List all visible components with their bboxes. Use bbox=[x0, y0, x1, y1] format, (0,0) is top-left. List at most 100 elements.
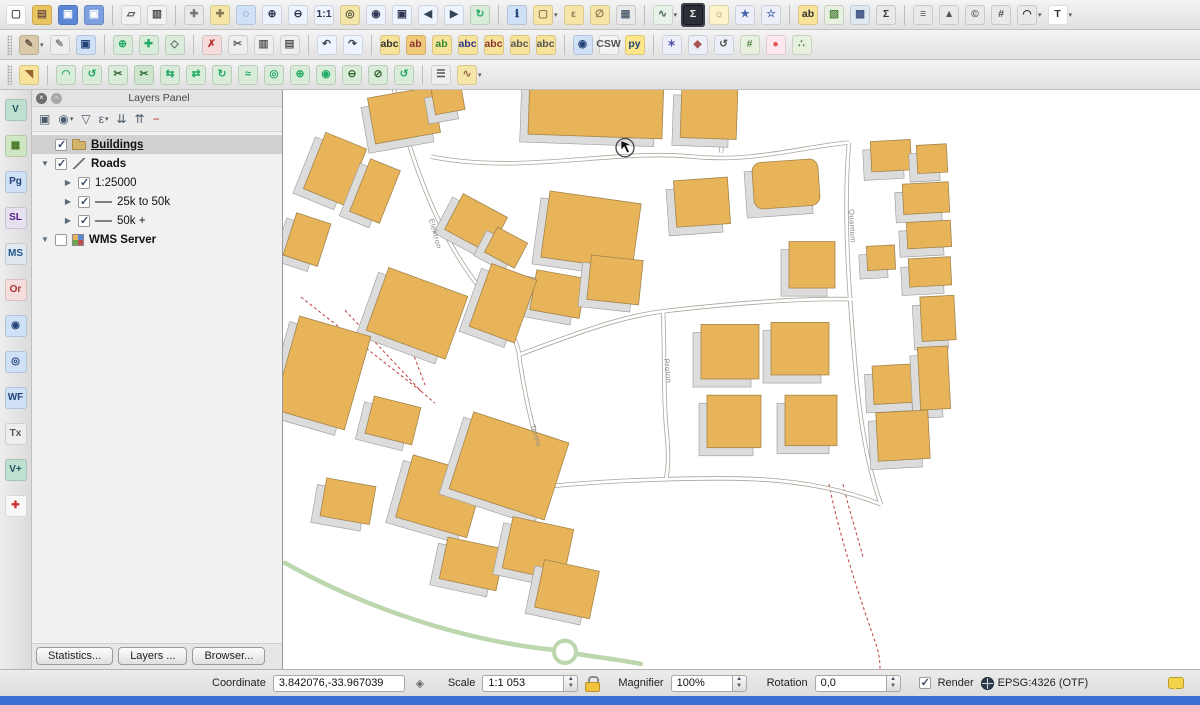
zoom-in-button[interactable]: ⊕ bbox=[260, 3, 284, 27]
project-save-as-button[interactable]: ▣ bbox=[82, 3, 106, 27]
current-edits-dropdown-icon[interactable]: ▾ bbox=[40, 41, 44, 49]
expander-right-icon[interactable]: ▶ bbox=[63, 216, 73, 225]
deselect-all-button[interactable]: ∅ bbox=[588, 3, 612, 27]
raster-calculator-button[interactable]: ▩ bbox=[848, 3, 872, 27]
close-panel-button[interactable]: × bbox=[36, 93, 47, 104]
coordinate-input[interactable]: 3.842076,-33.967039 bbox=[273, 675, 405, 692]
interpolation-tool-button[interactable]: ∴ bbox=[790, 33, 814, 57]
current-edits-button[interactable]: ✎▾ bbox=[17, 33, 46, 57]
add-oracle-layer-button[interactable]: Or bbox=[3, 278, 29, 302]
expander-right-icon[interactable]: ▶ bbox=[63, 197, 73, 206]
collapse-all-button[interactable]: ⇈ bbox=[135, 112, 145, 126]
map-canvas[interactable]: ElektronQuantumProtonTermo bbox=[283, 90, 1200, 669]
messages-icon[interactable] bbox=[1168, 677, 1184, 689]
measure-dropdown-icon[interactable]: ▾ bbox=[674, 11, 678, 19]
python-console-button[interactable]: py bbox=[623, 33, 647, 57]
layer-visibility-checkbox[interactable] bbox=[55, 139, 67, 151]
label-highlight-button[interactable]: ab bbox=[430, 33, 454, 57]
label-rotate-button[interactable]: abc bbox=[482, 33, 506, 57]
zoom-out-button[interactable]: ⊖ bbox=[286, 3, 310, 27]
layer-tree-item-1-25000[interactable]: ▶1:25000 bbox=[32, 173, 282, 192]
zoom-last-button[interactable]: ◀ bbox=[416, 3, 440, 27]
fill-ring-button[interactable]: ◉ bbox=[314, 63, 338, 87]
identify-features-button[interactable]: ℹ bbox=[505, 3, 529, 27]
tab-statistics[interactable]: Statistics... bbox=[36, 647, 113, 665]
layer-tree-item-buildings[interactable]: Buildings bbox=[32, 135, 282, 154]
measure-toolbar-dropdown-icon[interactable]: ▾ bbox=[1038, 11, 1042, 19]
delete-ring-button[interactable]: ⊖ bbox=[340, 63, 364, 87]
render-checkbox[interactable] bbox=[919, 677, 931, 689]
label-move-button[interactable]: abc bbox=[456, 33, 480, 57]
split-parts-button[interactable]: ✂ bbox=[132, 63, 156, 87]
snapping-options-button[interactable]: ☰ bbox=[429, 63, 453, 87]
layer-tree-item-50k[interactable]: ▶50k + bbox=[32, 211, 282, 230]
add-group-button[interactable]: ▣ bbox=[39, 112, 50, 126]
scale-dropdown-icon[interactable]: ▲▼ bbox=[564, 675, 578, 692]
add-delimited-text-layer-button[interactable]: Tx bbox=[3, 422, 29, 446]
processing-history-button[interactable]: ↺ bbox=[712, 33, 736, 57]
manage-layer-visibility-dropdown-icon[interactable]: ▾ bbox=[70, 115, 74, 123]
magnifier-input[interactable]: 100% bbox=[671, 675, 733, 692]
merge-attributes-button[interactable]: ⇄ bbox=[184, 63, 208, 87]
zoom-native-button[interactable]: 1:1 bbox=[312, 3, 336, 27]
pan-to-selection-button[interactable]: ✚ bbox=[208, 3, 232, 27]
label-abc-button[interactable]: abc bbox=[378, 33, 402, 57]
layer-tree-item-25k-to-50k[interactable]: ▶25k to 50k bbox=[32, 192, 282, 211]
add-wfs-layer-button[interactable]: WF bbox=[3, 386, 29, 410]
node-tool-button[interactable]: ◇ bbox=[163, 33, 187, 57]
tracing-button[interactable]: ∿▾ bbox=[455, 63, 484, 87]
select-features-button[interactable]: ▢▾ bbox=[531, 3, 560, 27]
split-features-button[interactable]: ✂ bbox=[106, 63, 130, 87]
simplify-feature-button[interactable]: ≈ bbox=[236, 63, 260, 87]
layer-tree-item-wms-server[interactable]: ▼WMS Server bbox=[32, 230, 282, 249]
layer-visibility-checkbox[interactable] bbox=[78, 215, 90, 227]
pan-map-button[interactable]: ✚ bbox=[182, 3, 206, 27]
composer-new-button[interactable]: ▱ bbox=[119, 3, 143, 27]
zoom-to-layer-button[interactable]: ▣ bbox=[390, 3, 414, 27]
target-crosshair-button[interactable]: ✚ bbox=[3, 494, 29, 518]
delete-selected-button[interactable]: ✗ bbox=[200, 33, 224, 57]
save-layer-edits-button[interactable]: ▣ bbox=[74, 33, 98, 57]
add-ring-button[interactable]: ◎ bbox=[262, 63, 286, 87]
north-arrow-button[interactable]: ▲ bbox=[937, 3, 961, 27]
graphical-modeler-button[interactable]: ◆ bbox=[686, 33, 710, 57]
expander-down-icon[interactable]: ▼ bbox=[40, 159, 50, 168]
zoom-to-selection-button[interactable]: ◉ bbox=[364, 3, 388, 27]
diagrams-button[interactable]: ▧ bbox=[822, 3, 846, 27]
add-postgis-layer-button[interactable]: Pg bbox=[3, 170, 29, 194]
expand-all-button[interactable]: ⇊ bbox=[116, 112, 126, 126]
crs-status-button[interactable]: EPSG:4326 (OTF) bbox=[981, 677, 1088, 690]
tab-browser[interactable]: Browser... bbox=[192, 647, 265, 665]
reshape-features-button[interactable]: ↺ bbox=[80, 63, 104, 87]
paste-features-button[interactable]: ▤ bbox=[278, 33, 302, 57]
measure-button[interactable]: ∿▾ bbox=[651, 3, 680, 27]
highlight-pinned-labels-button[interactable]: ◥ bbox=[17, 63, 41, 87]
zoom-full-button[interactable]: ◎ bbox=[338, 3, 362, 27]
project-open-button[interactable]: ▤ bbox=[30, 3, 54, 27]
coordinate-extent-toggle-icon[interactable]: ◈ bbox=[412, 675, 428, 691]
add-part-button[interactable]: ⊕ bbox=[288, 63, 312, 87]
csw-catalog-button[interactable]: CSW bbox=[597, 33, 621, 57]
zoom-next-button[interactable]: ▶ bbox=[442, 3, 466, 27]
copyright-label-button[interactable]: © bbox=[963, 3, 987, 27]
rotation-stepper[interactable]: ▲▼ bbox=[887, 675, 901, 692]
layer-visibility-checkbox[interactable] bbox=[78, 196, 90, 208]
offset-curve-button[interactable]: ◠ bbox=[54, 63, 78, 87]
project-save-button[interactable]: ▣ bbox=[56, 3, 80, 27]
layer-visibility-checkbox[interactable] bbox=[78, 177, 90, 189]
redo-button[interactable]: ↷ bbox=[341, 33, 365, 57]
project-new-button[interactable]: ▢ bbox=[4, 3, 28, 27]
statistical-summary-button[interactable]: Σ bbox=[681, 3, 705, 27]
annotation-dropdown-icon[interactable]: ▾ bbox=[1069, 11, 1073, 19]
filter-expression-dropdown-icon[interactable]: ▾ bbox=[105, 115, 109, 123]
show-bookmarks-button[interactable]: ☆ bbox=[759, 3, 783, 27]
add-vector-layer-button[interactable]: V bbox=[3, 98, 29, 122]
label-change-button[interactable]: abc bbox=[508, 33, 532, 57]
add-wcs-layer-button[interactable]: ◎ bbox=[3, 350, 29, 374]
label-pin-button[interactable]: ab bbox=[404, 33, 428, 57]
layer-tree-item-roads[interactable]: ▼Roads bbox=[32, 154, 282, 173]
new-bookmark-button[interactable]: ★ bbox=[733, 3, 757, 27]
add-wms-layer-button[interactable]: ◉ bbox=[3, 314, 29, 338]
scale-bar-button[interactable]: ≡ bbox=[911, 3, 935, 27]
label-properties-button[interactable]: abc bbox=[534, 33, 558, 57]
